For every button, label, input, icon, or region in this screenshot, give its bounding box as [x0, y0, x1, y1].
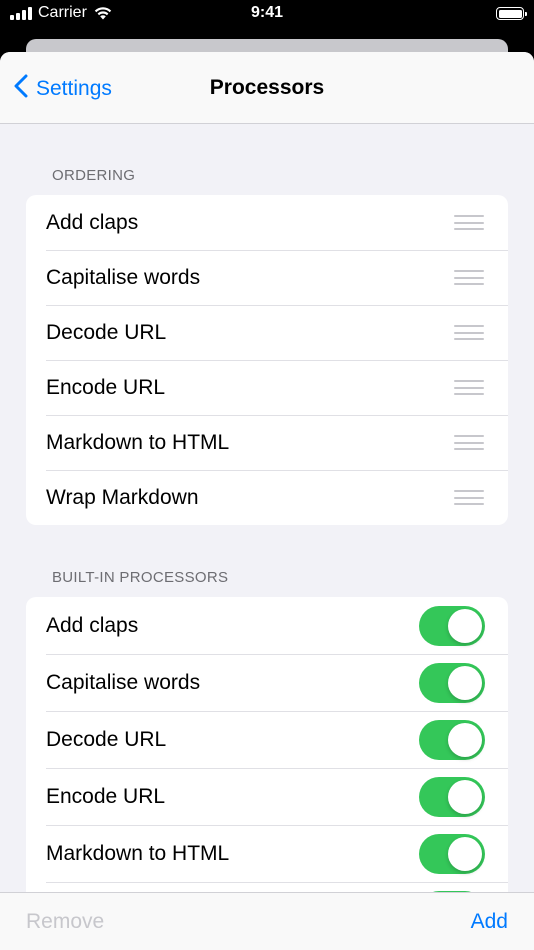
ordering-row[interactable]: Wrap Markdown [26, 470, 508, 525]
row-label: Markdown to HTML [46, 430, 230, 454]
section-header-ordering: ORDERING [52, 167, 136, 184]
processor-toggle[interactable] [419, 777, 485, 817]
reorder-handle-icon[interactable] [454, 325, 484, 340]
bottom-toolbar: Remove Add [0, 892, 534, 950]
builtin-row: Decode URL [26, 711, 508, 768]
builtin-row: Encode URL [26, 768, 508, 825]
row-label: Encode URL [46, 375, 166, 399]
reorder-handle-icon[interactable] [454, 435, 484, 450]
processor-toggle[interactable] [419, 663, 485, 703]
builtin-row: Add claps [26, 597, 508, 654]
reorder-handle-icon[interactable] [454, 270, 484, 285]
reorder-handle-icon[interactable] [454, 215, 484, 230]
builtin-row: Markdown to HTML [26, 825, 508, 882]
row-label: Decode URL [46, 320, 167, 344]
builtin-row: Capitalise words [26, 654, 508, 711]
section-header-builtin: BUILT-IN PROCESSORS [52, 569, 229, 586]
processors-sheet: Settings Processors ORDERING Add claps C… [0, 52, 534, 950]
status-bar: Carrier 9:41 [0, 0, 534, 30]
ordering-list: Add claps Capitalise words Decode URL En… [26, 195, 508, 525]
row-label: Markdown to HTML [46, 841, 230, 865]
navigation-bar: Settings Processors [0, 52, 534, 124]
processor-toggle[interactable] [419, 834, 485, 874]
processor-toggle[interactable] [419, 606, 485, 646]
ordering-row[interactable]: Capitalise words [26, 250, 508, 305]
ordering-row[interactable]: Decode URL [26, 305, 508, 360]
battery-icon [496, 7, 527, 20]
row-label: Encode URL [46, 784, 166, 808]
status-time: 9:41 [250, 4, 284, 21]
builtin-list: Add claps Capitalise words Decode URL En… [26, 597, 508, 939]
row-label: Add claps [46, 613, 139, 637]
row-label: Add claps [46, 210, 139, 234]
ordering-row[interactable]: Encode URL [26, 360, 508, 415]
row-label: Decode URL [46, 727, 167, 751]
row-label: Capitalise words [46, 265, 201, 289]
row-label: Capitalise words [46, 670, 201, 694]
page-title: Processors [209, 76, 325, 99]
remove-button[interactable]: Remove [26, 910, 104, 934]
reorder-handle-icon[interactable] [454, 380, 484, 395]
ordering-row[interactable]: Markdown to HTML [26, 415, 508, 470]
processor-toggle[interactable] [419, 720, 485, 760]
reorder-handle-icon[interactable] [454, 490, 484, 505]
add-button[interactable]: Add [471, 910, 508, 934]
row-label: Wrap Markdown [46, 485, 199, 509]
ordering-row[interactable]: Add claps [26, 195, 508, 250]
